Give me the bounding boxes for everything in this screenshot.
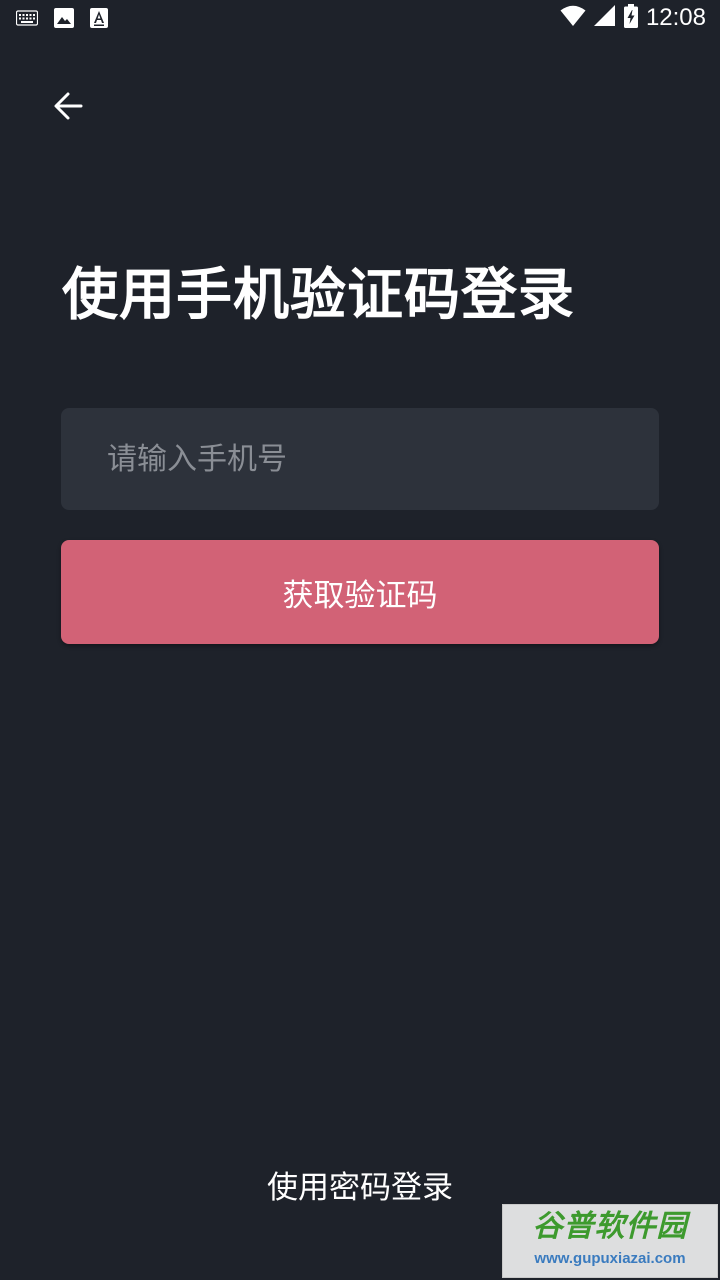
keyboard-icon bbox=[15, 10, 39, 30]
status-bar: 12:08 bbox=[0, 0, 720, 36]
watermark-logo: 谷普软件园 www.gupuxiazai.com bbox=[502, 1204, 718, 1278]
back-button[interactable] bbox=[44, 84, 92, 132]
get-code-button[interactable]: 获取验证码 bbox=[61, 540, 659, 644]
status-time: 12:08 bbox=[645, 4, 706, 31]
status-right-icons: 12:08 bbox=[560, 4, 706, 32]
image-icon bbox=[54, 8, 74, 32]
signal-icon bbox=[593, 5, 616, 31]
arrow-left-icon bbox=[52, 90, 84, 126]
phone-number-input[interactable] bbox=[61, 408, 659, 510]
status-left-icons bbox=[15, 8, 108, 32]
battery-charging-icon bbox=[623, 4, 638, 32]
watermark-name: 谷普软件园 bbox=[532, 1209, 688, 1244]
font-a-icon bbox=[90, 8, 108, 32]
wifi-icon bbox=[560, 5, 586, 31]
page-title: 使用手机验证码登录 bbox=[62, 263, 575, 328]
watermark-url: www.gupuxiazai.com bbox=[534, 1250, 686, 1267]
